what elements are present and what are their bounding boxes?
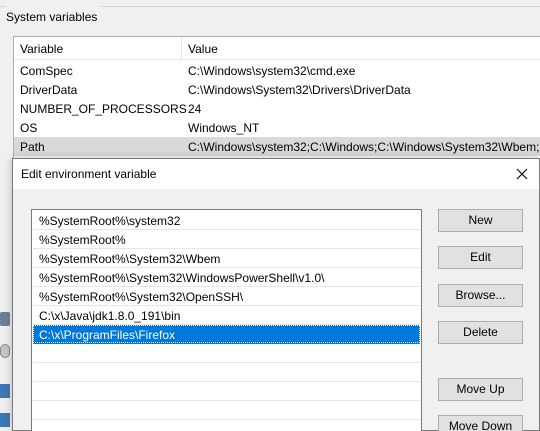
variable-value: C:\Windows\System32\Drivers\DriverData: [188, 83, 411, 97]
new-button[interactable]: New: [438, 209, 523, 232]
variable-name: DriverData: [20, 83, 78, 97]
list-item[interactable]: %SystemRoot%\System32\OpenSSH\: [33, 287, 420, 306]
table-row[interactable]: OS Windows_NT: [14, 118, 540, 137]
variable-name: NUMBER_OF_PROCESSORS: [20, 102, 187, 116]
variable-name: Path: [20, 140, 45, 154]
entry-text: %SystemRoot%\System32\WindowsPowerShell\…: [39, 271, 325, 285]
group-title: System variables: [6, 10, 98, 24]
list-item-empty[interactable]: [33, 363, 420, 382]
table-row[interactable]: DriverData C:\Windows\System32\Drivers\D…: [14, 80, 540, 99]
background-window-icon: [0, 344, 10, 358]
table-row-selected[interactable]: Path C:\Windows\system32;C:\Windows;C:\W…: [14, 137, 540, 156]
list-item-empty[interactable]: [33, 420, 420, 431]
close-button[interactable]: [505, 159, 539, 189]
delete-button[interactable]: Delete: [438, 321, 523, 344]
close-icon: [516, 168, 528, 180]
variable-value: 24: [188, 102, 202, 116]
list-header: Variable Value: [14, 37, 540, 60]
entry-text: %SystemRoot%\System32\OpenSSH\: [39, 290, 244, 304]
browse-button[interactable]: Browse...: [438, 284, 523, 307]
dialog-title: Edit environment variable: [21, 167, 157, 181]
list-item-empty[interactable]: [33, 344, 420, 363]
entry-text: C:\x\Java\jdk1.8.0_191\bin: [39, 309, 181, 323]
variable-value: C:\Windows\system32;C:\Windows;C:\Window…: [188, 140, 540, 154]
column-separator[interactable]: [181, 37, 182, 60]
list-item[interactable]: %SystemRoot%\System32\Wbem: [33, 249, 420, 268]
variable-value: C:\Windows\system32\cmd.exe: [188, 64, 356, 78]
group-border: [100, 6, 540, 7]
path-entries-list[interactable]: %SystemRoot%\system32 %SystemRoot% %Syst…: [31, 209, 422, 431]
list-item[interactable]: %SystemRoot%\System32\WindowsPowerShell\…: [33, 268, 420, 287]
list-item[interactable]: C:\x\Java\jdk1.8.0_191\bin: [33, 306, 420, 325]
background-window-icon: [0, 384, 10, 398]
variable-value: Windows_NT: [188, 121, 260, 135]
entry-text: C:\x\ProgramFiles\Firefox: [39, 328, 176, 342]
edit-button[interactable]: Edit: [438, 246, 523, 269]
column-header-variable[interactable]: Variable: [20, 42, 63, 56]
list-item-selected[interactable]: C:\x\ProgramFiles\Firefox: [33, 325, 420, 344]
table-row[interactable]: NUMBER_OF_PROCESSORS 24: [14, 99, 540, 118]
list-item-empty[interactable]: [33, 401, 420, 420]
entry-text: %SystemRoot%: [39, 233, 126, 247]
move-down-button[interactable]: Move Down: [438, 415, 523, 431]
move-up-button[interactable]: Move Up: [438, 378, 523, 401]
column-header-value[interactable]: Value: [188, 42, 218, 56]
group-border: [0, 6, 6, 7]
variable-name: OS: [20, 121, 38, 135]
system-variables-list[interactable]: Variable Value ComSpec C:\Windows\system…: [13, 36, 540, 166]
variable-name: ComSpec: [20, 64, 73, 78]
list-item[interactable]: %SystemRoot%: [33, 230, 420, 249]
table-row[interactable]: ComSpec C:\Windows\system32\cmd.exe: [14, 61, 540, 80]
background-window-icon: [0, 413, 10, 427]
entry-text: %SystemRoot%\system32: [39, 214, 181, 228]
dialog-titlebar[interactable]: Edit environment variable: [13, 159, 539, 189]
entry-text: %SystemRoot%\System32\Wbem: [39, 252, 221, 266]
edit-environment-variable-dialog: Edit environment variable %SystemRoot%\s…: [12, 158, 540, 431]
list-item[interactable]: %SystemRoot%\system32: [33, 211, 420, 230]
background-window-icon: [0, 312, 10, 326]
list-item-empty[interactable]: [33, 382, 420, 401]
